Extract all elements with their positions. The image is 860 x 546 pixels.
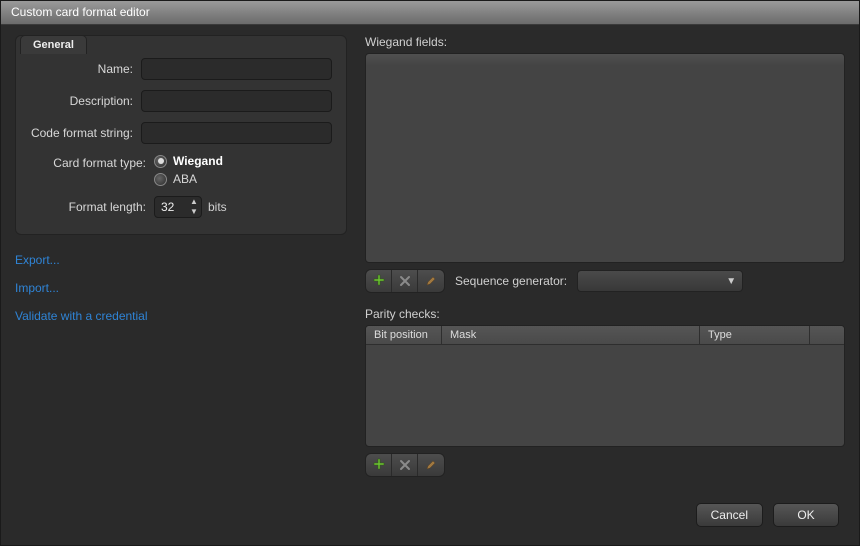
parity-delete-button[interactable] [392, 454, 418, 476]
parity-edit-button[interactable] [418, 454, 444, 476]
radio-dot-icon [154, 155, 167, 168]
pencil-icon [425, 459, 437, 471]
wiegand-edit-button[interactable] [418, 270, 444, 292]
description-label: Description: [30, 94, 133, 108]
wiegand-toolbar [365, 269, 445, 293]
format-length-value: 32 [155, 200, 187, 214]
chevron-down-icon: ▼ [726, 276, 736, 287]
general-tab: General [20, 35, 87, 54]
radio-dot-icon [154, 173, 167, 186]
sequence-generator-label: Sequence generator: [455, 274, 567, 288]
card-type-radio-group: Wiegand ABA [154, 154, 223, 186]
wiegand-delete-button[interactable] [392, 270, 418, 292]
name-input[interactable] [141, 58, 332, 80]
radio-aba-label: ABA [173, 172, 197, 186]
export-link[interactable]: Export... [15, 253, 347, 267]
parity-header-row: Bit position Mask Type [366, 326, 844, 345]
window-title: Custom card format editor [11, 5, 150, 19]
plus-icon [372, 274, 386, 288]
col-bit-position[interactable]: Bit position [366, 326, 442, 344]
wiegand-fields-list[interactable] [365, 53, 845, 263]
parity-checks-table[interactable]: Bit position Mask Type [365, 325, 845, 447]
dialog-window: Custom card format editor General Name: … [0, 0, 860, 546]
radio-aba[interactable]: ABA [154, 172, 223, 186]
parity-toolbar [365, 453, 445, 477]
general-panel: General Name: Description: Code format s… [15, 35, 347, 235]
format-length-spinner[interactable]: 32 ▲ ▼ [154, 196, 202, 218]
x-icon [399, 459, 411, 471]
dialog-button-bar: Cancel OK [15, 499, 845, 535]
card-type-label: Card format type: [30, 154, 146, 170]
ok-button[interactable]: OK [773, 503, 839, 527]
validate-link[interactable]: Validate with a credential [15, 309, 347, 323]
col-type[interactable]: Type [700, 326, 810, 344]
spinner-up-icon[interactable]: ▲ [187, 197, 201, 207]
plus-icon [372, 458, 386, 472]
parity-checks-label: Parity checks: [365, 307, 845, 321]
format-length-label: Format length: [30, 200, 146, 214]
description-input[interactable] [141, 90, 332, 112]
wiegand-add-button[interactable] [366, 270, 392, 292]
wiegand-fields-label: Wiegand fields: [365, 35, 845, 49]
radio-wiegand[interactable]: Wiegand [154, 154, 223, 168]
parity-add-button[interactable] [366, 454, 392, 476]
code-format-label: Code format string: [30, 126, 133, 140]
spinner-down-icon[interactable]: ▼ [187, 207, 201, 217]
format-length-units: bits [208, 200, 227, 214]
pencil-icon [425, 275, 437, 287]
import-link[interactable]: Import... [15, 281, 347, 295]
x-icon [399, 275, 411, 287]
titlebar: Custom card format editor [1, 1, 859, 25]
sequence-generator-combo[interactable]: ▼ [577, 270, 743, 292]
cancel-button[interactable]: Cancel [696, 503, 763, 527]
code-format-input[interactable] [141, 122, 332, 144]
col-mask[interactable]: Mask [442, 326, 700, 344]
radio-wiegand-label: Wiegand [173, 154, 223, 168]
name-label: Name: [30, 62, 133, 76]
col-spacer [810, 326, 844, 344]
